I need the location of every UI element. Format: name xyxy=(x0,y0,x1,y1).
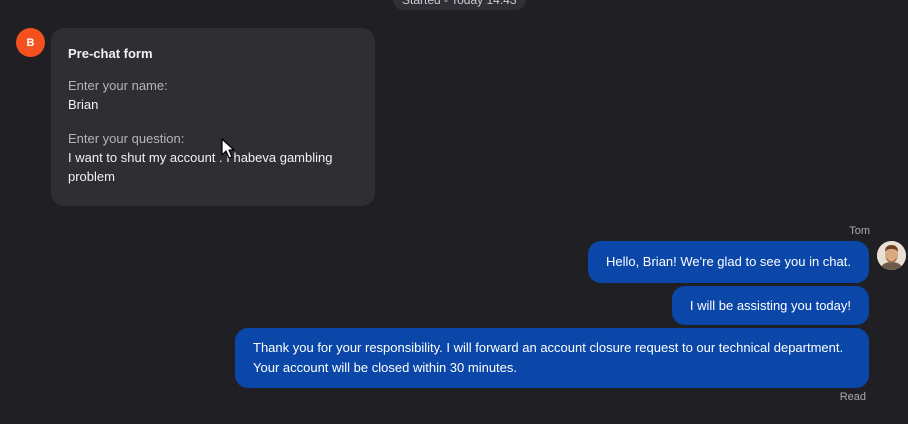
agent-avatar xyxy=(877,241,906,270)
pre-chat-form-card: Pre-chat form Enter your name: Brian Ent… xyxy=(51,28,375,206)
read-status: Read xyxy=(839,391,866,403)
chat-transcript: Started - Today 14:43 B Pre-chat form En… xyxy=(0,0,908,424)
form-field-value: I want to shut my account . I habeva gam… xyxy=(68,150,333,184)
customer-avatar: B xyxy=(16,28,45,57)
form-field-question: Enter your question: I want to shut my a… xyxy=(68,129,358,186)
agent-message: Hello, Brian! We're glad to see you in c… xyxy=(587,241,869,283)
pre-chat-form-title: Pre-chat form xyxy=(68,46,153,61)
mouse-pointer-icon xyxy=(221,138,235,159)
agent-message: I will be assisting you today! xyxy=(671,286,869,325)
agent-message: Thank you for your responsibility. I wil… xyxy=(235,328,869,388)
form-field-value: Brian xyxy=(68,97,99,112)
form-field-name: Enter your name: Brian xyxy=(68,76,358,114)
chat-started-badge: Started - Today 14:43 xyxy=(393,0,526,10)
form-field-label: Enter your name: xyxy=(68,78,168,93)
form-field-label: Enter your question: xyxy=(68,131,185,146)
agent-name: Tom xyxy=(849,225,870,237)
